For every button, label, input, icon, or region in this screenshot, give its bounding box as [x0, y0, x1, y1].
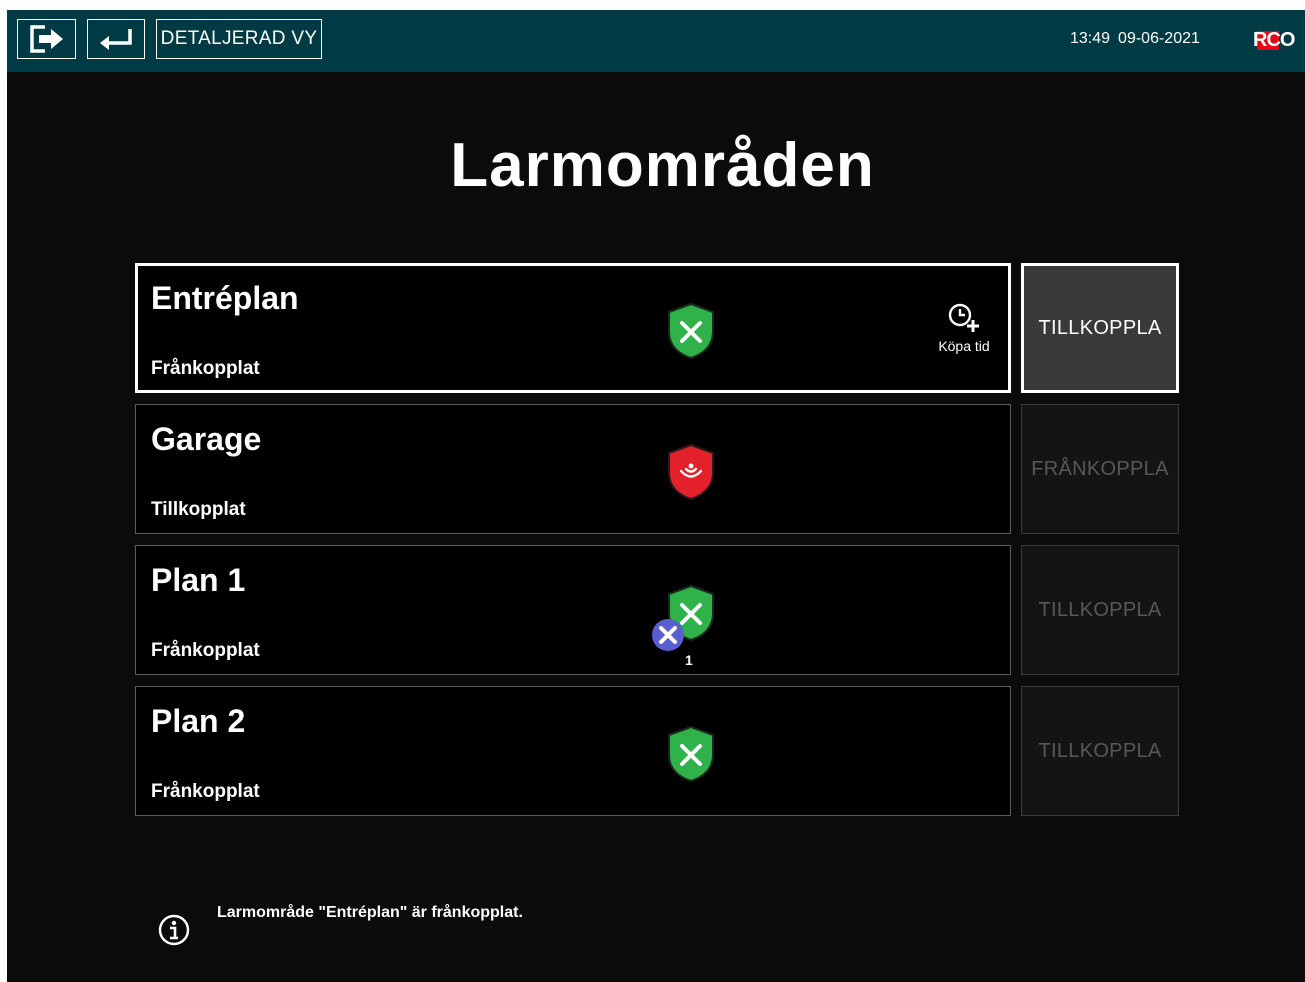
area-row-garage[interactable]: Garage Tillkopplat [135, 404, 1011, 534]
info-message: Larmområde "Entréplan" är frånkopplat. [217, 904, 523, 921]
area-name: Garage [151, 421, 262, 457]
logout-arrow-icon [29, 25, 63, 53]
buy-time-button[interactable]: Köpa tid [934, 302, 994, 354]
fault-x-icon [652, 619, 684, 651]
back-button[interactable] [87, 19, 145, 59]
arm-button-plan-2[interactable]: TILLKOPPLA [1021, 686, 1179, 816]
rco-logo: RCO [1251, 27, 1299, 53]
arm-button-entreplan[interactable]: TILLKOPPLA [1021, 263, 1179, 393]
clock: 13:49 09-06-2021 [1070, 30, 1200, 48]
alarm-panel-screen: DETALJERAD VY 13:49 09-06-2021 RCO Larmom… [7, 10, 1305, 982]
shield-disarmed-icon [668, 725, 714, 783]
area-name: Entréplan [151, 280, 299, 316]
area-status: Frånkopplat [151, 358, 260, 379]
logout-button[interactable] [17, 19, 76, 59]
area-status: Frånkopplat [151, 640, 260, 661]
detail-view-button[interactable]: DETALJERAD VY [156, 19, 322, 59]
area-name: Plan 1 [151, 562, 246, 598]
area-name: Plan 2 [151, 703, 246, 739]
top-bar: DETALJERAD VY 13:49 09-06-2021 RCO [7, 10, 1305, 72]
info-icon [158, 914, 190, 946]
area-status: Frånkopplat [151, 781, 260, 802]
clock-date: 09-06-2021 [1118, 30, 1200, 47]
clock-plus-icon [948, 303, 979, 332]
shield-disarmed-icon [668, 302, 714, 360]
area-row-plan-2[interactable]: Plan 2 Frånkopplat [135, 686, 1011, 816]
arm-button-plan-1[interactable]: TILLKOPPLA [1021, 545, 1179, 675]
page-title: Larmområden [450, 131, 875, 200]
area-row-entreplan[interactable]: Entréplan Frånkopplat Köpa tid [135, 263, 1011, 393]
disarm-button-garage[interactable]: FRÅNKOPPLA [1021, 404, 1179, 534]
clock-time: 13:49 [1070, 30, 1111, 47]
fault-count: 1 [685, 652, 693, 668]
shield-armed-icon [668, 443, 714, 501]
buy-time-label: Köpa tid [938, 338, 990, 354]
area-row-plan-1[interactable]: Plan 1 Frånkopplat 1 [135, 545, 1011, 675]
return-arrow-icon [100, 29, 132, 50]
logo-text: RCO [1253, 29, 1295, 51]
area-status: Tillkopplat [151, 499, 246, 520]
